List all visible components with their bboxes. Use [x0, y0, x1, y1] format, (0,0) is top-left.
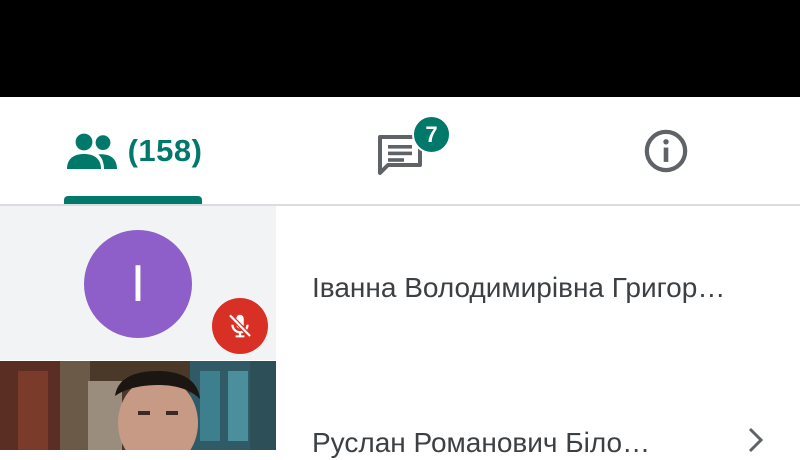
active-tab-indicator — [64, 196, 202, 204]
participant-name: Іванна Володимирівна Григор… — [312, 272, 726, 303]
people-icon — [66, 131, 118, 171]
chevron-right-icon[interactable] — [744, 425, 768, 460]
participant-name: Руслан Романович Біло… — [312, 427, 651, 458]
chat-unread-badge: 7 — [412, 115, 451, 154]
tab-chat[interactable] — [268, 97, 532, 204]
mic-off-icon — [212, 298, 268, 354]
people-count: (158) — [127, 132, 203, 168]
participant-video-tile[interactable] — [0, 361, 276, 450]
tab-bar: (158) — [0, 97, 800, 204]
tab-people[interactable]: (158) — [0, 97, 268, 204]
avatar: І — [84, 230, 192, 338]
participant-row[interactable]: Іванна Володимирівна Григор… — [276, 206, 800, 360]
info-icon — [643, 128, 689, 174]
video-thumbnail — [0, 361, 276, 450]
top-black-bar — [0, 0, 800, 97]
participant-row[interactable]: Руслан Романович Біло… — [276, 361, 800, 458]
tab-info[interactable] — [532, 97, 800, 204]
participant-tile[interactable]: І — [0, 206, 276, 360]
